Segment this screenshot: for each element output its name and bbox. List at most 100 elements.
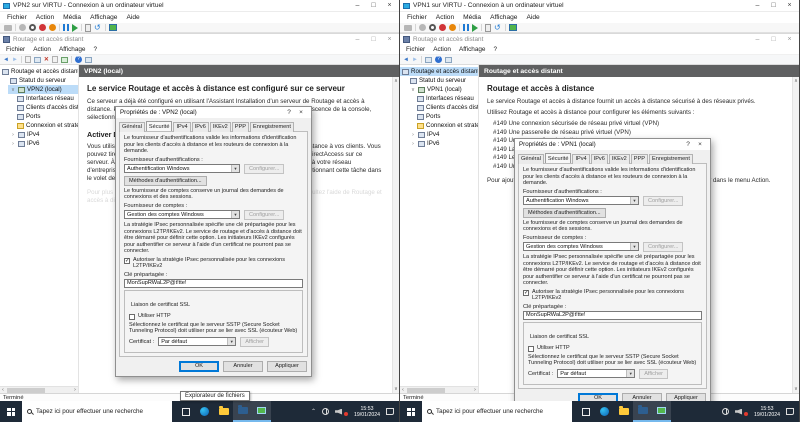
revert-icon[interactable]: ↺ [94, 24, 102, 31]
ipsec-policy-checkbox-row[interactable]: ✓ Autoriser la stratégie IPsec personnal… [124, 257, 303, 270]
ctrl-alt-del-icon[interactable] [404, 25, 412, 31]
chevron-down-icon[interactable]: ▼ [231, 165, 239, 172]
tree-item-ipv4[interactable]: › IPv4 [8, 130, 78, 139]
shut-down-icon[interactable] [39, 24, 46, 31]
tree-horizontal-scrollbar[interactable]: ‹ › [400, 386, 478, 393]
use-http-checkbox-row[interactable]: Utiliser HTTP [528, 345, 697, 352]
tab-ipv4[interactable]: IPv4 [572, 154, 589, 164]
tab-general[interactable]: Général [518, 154, 544, 164]
rras-taskbar-button[interactable] [252, 401, 271, 422]
expand-arrow-icon[interactable]: › [410, 141, 416, 147]
tree-horizontal-scrollbar[interactable]: ‹ › [0, 386, 78, 393]
dialog-help-icon[interactable]: ? [682, 141, 694, 148]
console-close-button[interactable]: × [383, 35, 396, 45]
collapse-arrow-icon[interactable]: v [10, 87, 16, 93]
reset-icon[interactable] [72, 24, 78, 32]
tree-item-server[interactable]: v VPN2 (local) [8, 85, 78, 94]
tree-item-clients[interactable]: Clients d'accès distant (0) [15, 103, 78, 112]
tree-item-policies[interactable]: Connexion et stratégies [415, 121, 478, 130]
console-menu-action[interactable]: Action [433, 46, 451, 53]
action-center-icon[interactable] [786, 408, 794, 415]
show-console-tree-icon[interactable] [445, 57, 452, 63]
tree-item-root[interactable]: Routage et accès distant [0, 67, 78, 76]
use-http-checkbox-row[interactable]: Utiliser HTTP [129, 313, 298, 320]
tree-item-interfaces[interactable]: Interfaces réseau [15, 94, 78, 103]
ok-button[interactable]: OK [179, 361, 219, 372]
menu-media[interactable]: Média [63, 14, 81, 21]
tab-ipv6[interactable]: IPv6 [192, 122, 209, 132]
expand-arrow-icon[interactable]: › [10, 132, 16, 138]
chevron-down-icon[interactable]: ▼ [630, 197, 638, 204]
scroll-up-icon[interactable]: ∧ [394, 78, 398, 84]
scroll-down-icon[interactable]: ∨ [394, 386, 398, 392]
back-icon[interactable]: ◄ [403, 56, 409, 64]
tree-item-root[interactable]: Routage et accès distant [400, 67, 478, 76]
tab-ikev2[interactable]: IKEv2 [609, 154, 630, 164]
chevron-down-icon[interactable]: ▼ [630, 243, 638, 250]
forward-icon[interactable]: ► [12, 56, 18, 64]
revert-icon[interactable]: ↺ [494, 24, 502, 31]
reset-icon[interactable] [472, 24, 478, 32]
tree-item-ipv6[interactable]: › IPv6 [8, 139, 78, 148]
expand-arrow-icon[interactable]: › [410, 132, 416, 138]
console-close-button[interactable]: × [783, 35, 796, 45]
tab-enregistrement[interactable]: Enregistrement [250, 122, 294, 132]
settings-icon[interactable] [19, 24, 26, 31]
checkpoint-icon[interactable] [85, 24, 91, 32]
delete-icon[interactable]: ✕ [44, 56, 49, 64]
help-icon[interactable]: ? [435, 56, 442, 63]
close-button[interactable]: × [783, 1, 796, 11]
volume-icon[interactable] [335, 409, 342, 415]
checkbox-unchecked-icon[interactable] [528, 346, 534, 352]
taskbar-clock[interactable]: 15:53 19/01/2024 [754, 406, 780, 418]
menu-action[interactable]: Action [436, 14, 454, 21]
file-explorer-button[interactable] [614, 401, 633, 422]
collapse-arrow-icon[interactable]: v [410, 87, 416, 93]
volume-icon[interactable] [735, 409, 742, 415]
tree-item-ports[interactable]: Ports [15, 112, 78, 121]
documents-button[interactable] [233, 401, 252, 422]
export-list-icon[interactable] [25, 56, 31, 63]
tab-ipv6[interactable]: IPv6 [591, 154, 608, 164]
vm-titlebar[interactable]: VPN2 sur VIRTU - Connexion à un ordinate… [0, 0, 399, 12]
tree-item-clients[interactable]: Clients d'accès distant (0) [415, 103, 478, 112]
turn-off-icon[interactable] [29, 24, 36, 31]
auth-methods-button[interactable]: Méthodes d'authentification... [523, 208, 606, 218]
enhanced-session-icon[interactable] [109, 24, 117, 31]
psk-input[interactable]: MonSupRWaL2P@t!tte! [124, 279, 303, 288]
maximize-button[interactable]: □ [767, 1, 780, 11]
documents-button[interactable] [633, 401, 652, 422]
hidden-icons-chevron-icon[interactable]: ⌃ [311, 408, 316, 415]
taskbar-clock[interactable]: 15:53 19/01/2024 [354, 406, 380, 418]
taskbar-search[interactable]: Tapez ici pour effectuer une recherche [422, 401, 572, 422]
vertical-scrollbar[interactable]: ∧ ∨ [792, 77, 799, 393]
tree-item-interfaces[interactable]: Interfaces réseau [415, 94, 478, 103]
rras-taskbar-button[interactable] [652, 401, 671, 422]
dialog-titlebar[interactable]: Propriétés de : VPN2 (local) ? × [116, 107, 311, 118]
console-minimize-button[interactable]: – [351, 35, 364, 45]
accounting-combobox[interactable]: Gestion des comptes Windows ▼ [523, 242, 639, 251]
save-state-icon[interactable] [49, 24, 56, 31]
tree-item-ports[interactable]: Ports [415, 112, 478, 121]
tree-item-server-status[interactable]: Statut du serveur [8, 76, 78, 85]
start-button[interactable] [0, 401, 22, 422]
checkpoint-icon[interactable] [485, 24, 491, 32]
tab-ppp[interactable]: PPP [232, 122, 249, 132]
properties-icon[interactable] [52, 56, 58, 63]
console-menu-affichage[interactable]: Affichage [459, 46, 486, 53]
console-titlebar[interactable]: Routage et accès distant – □ × [400, 34, 799, 45]
tab-general[interactable]: Général [119, 122, 145, 132]
console-menu-aide[interactable]: ? [493, 46, 497, 53]
maximize-button[interactable]: □ [367, 1, 380, 11]
tree-item-server-status[interactable]: Statut du serveur [408, 76, 478, 85]
auth-provider-combobox[interactable]: Authentification Windows ▼ [124, 164, 240, 173]
vertical-scrollbar[interactable]: ∧ ∨ [392, 77, 399, 393]
certificate-combobox[interactable]: Par défaut ▼ [158, 337, 236, 346]
auth-methods-button[interactable]: Méthodes d'authentification... [124, 176, 207, 186]
turn-off-icon[interactable] [429, 24, 436, 31]
close-button[interactable]: × [383, 1, 396, 11]
menu-fichier[interactable]: Fichier [7, 14, 27, 21]
certificate-combobox[interactable]: Par défaut ▼ [557, 369, 635, 378]
tab-enregistrement[interactable]: Enregistrement [649, 154, 693, 164]
minimize-button[interactable]: – [751, 1, 764, 11]
